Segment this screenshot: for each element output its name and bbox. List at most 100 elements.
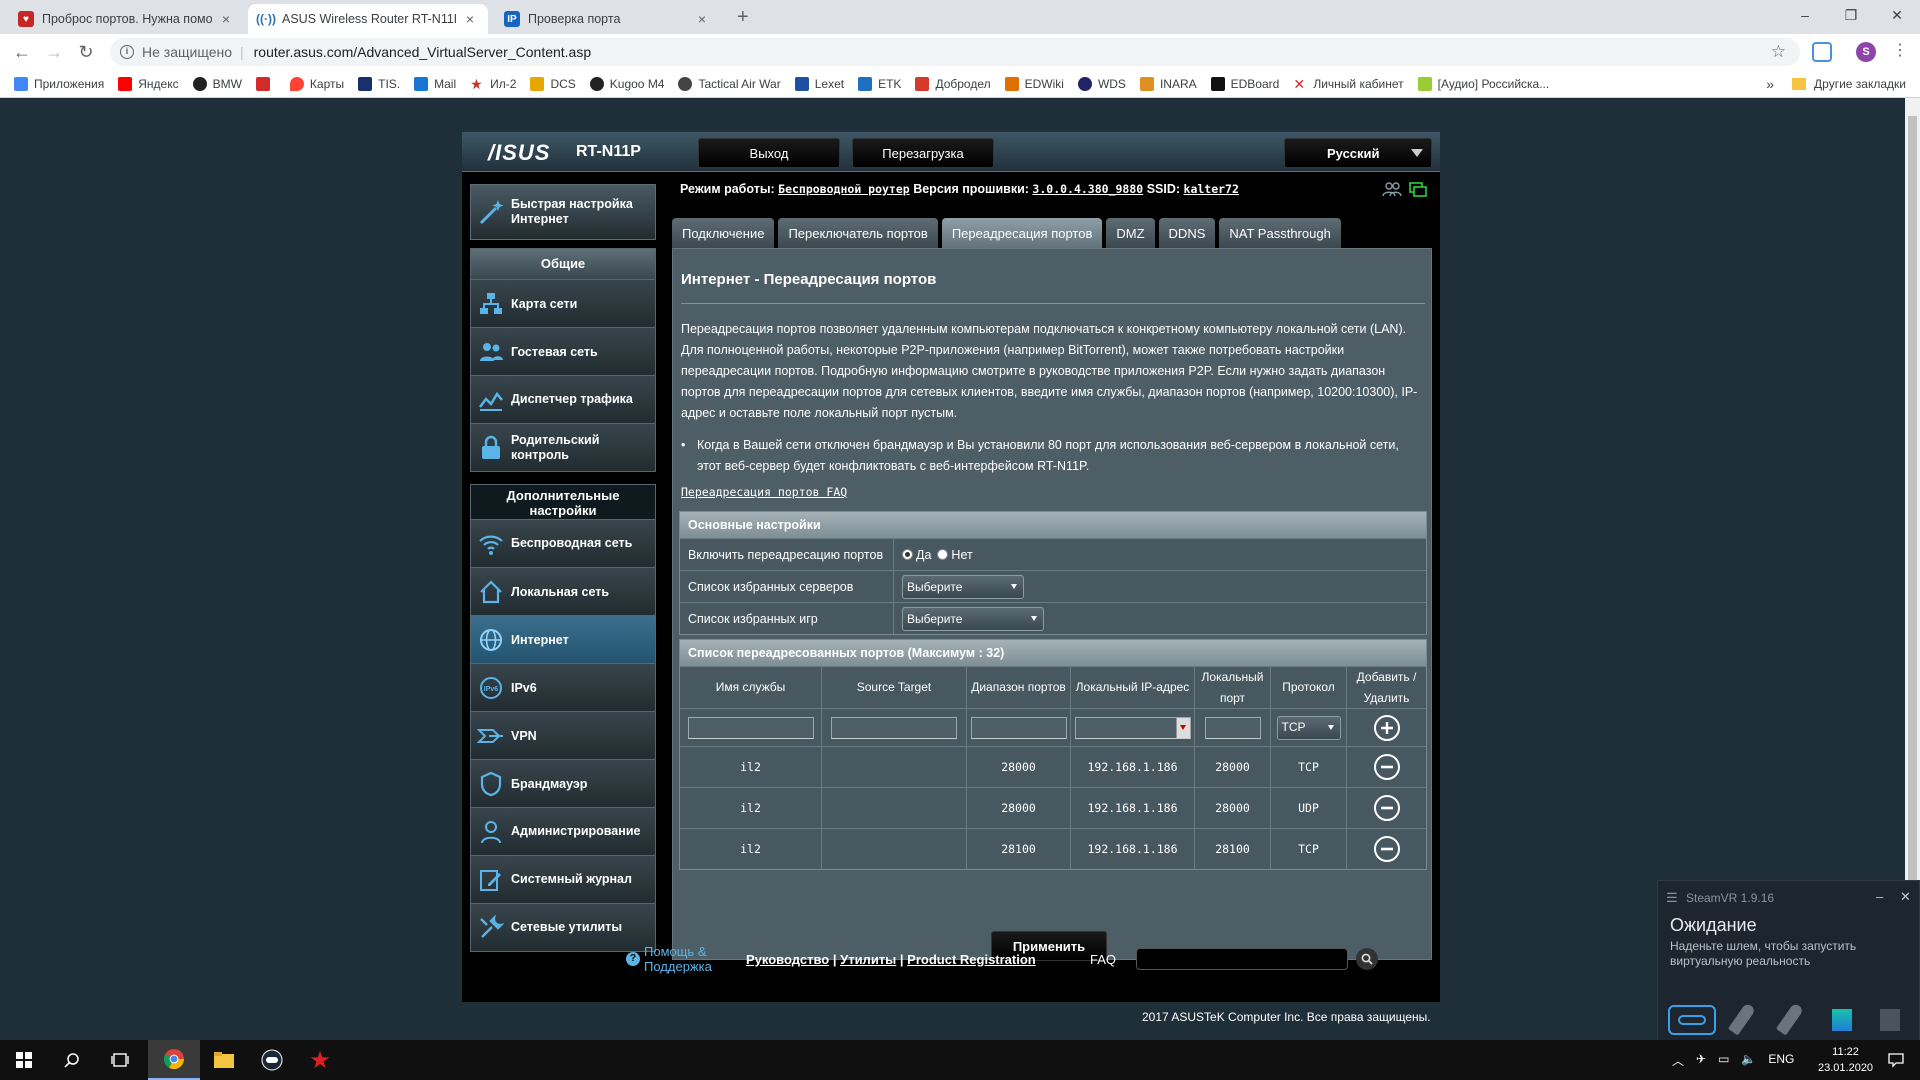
address-bar[interactable]: i Не защищено | router.asus.com/Advanced… <box>110 38 1800 66</box>
tab-port-forwarding[interactable]: Переадресация портов <box>941 218 1103 248</box>
quick-setup-button[interactable]: Быстрая настройка Интернет <box>470 184 656 240</box>
search-button[interactable] <box>1356 948 1378 970</box>
sidebar-item-guest-network[interactable]: Гостевая сеть <box>471 327 655 375</box>
tab-close-icon[interactable]: × <box>218 11 234 27</box>
delete-rule-button[interactable] <box>1373 795 1400 821</box>
bookmarks-more-button[interactable]: » <box>1766 76 1774 92</box>
browser-tab[interactable]: ♥ Проброс портов. Нужна помощ × <box>8 4 244 34</box>
delete-rule-button[interactable] <box>1373 836 1400 862</box>
tray-steam-icon[interactable]: ✈ <box>1696 1052 1706 1069</box>
bookmark-star-icon[interactable]: ☆ <box>1771 42 1786 62</box>
sidebar-item-traffic-manager[interactable]: Диспетчер трафика <box>471 375 655 423</box>
sidebar-item-firewall[interactable]: Брандмауэр <box>471 759 655 807</box>
browser-tab[interactable]: IP Проверка порта × <box>494 4 720 34</box>
tab-close-icon[interactable]: × <box>694 11 710 27</box>
search-button[interactable] <box>48 1040 96 1080</box>
product-registration-link[interactable]: Product Registration <box>907 952 1036 967</box>
usb-status-icon[interactable] <box>1408 180 1428 201</box>
clients-icon[interactable] <box>1382 180 1402 201</box>
url-text[interactable]: router.asus.com/Advanced_VirtualServer_C… <box>254 44 592 60</box>
radio-no[interactable]: Нет <box>937 548 973 562</box>
reboot-button[interactable]: Перезагрузка <box>852 138 994 168</box>
bookmark-item[interactable]: Карты <box>289 76 344 91</box>
hamburger-icon[interactable]: ☰ <box>1666 890 1678 906</box>
local-port-input[interactable] <box>1204 716 1261 739</box>
sidebar-item-system-log[interactable]: Системный журнал <box>471 855 655 903</box>
bookmark-item[interactable]: Lexet <box>794 76 844 91</box>
tray-chevron-icon[interactable]: ︿ <box>1672 1052 1684 1069</box>
faq-link[interactable]: Переадресация портов FAQ <box>681 485 847 499</box>
utilities-link[interactable]: Утилиты <box>840 952 896 967</box>
bookmark-item[interactable]: Добродел <box>915 76 991 91</box>
add-rule-button[interactable] <box>1373 714 1400 741</box>
bookmark-item[interactable]: WDS <box>1077 76 1126 91</box>
headset-icon[interactable] <box>1668 1005 1716 1035</box>
taskbar-chrome[interactable] <box>148 1040 200 1080</box>
restore-button[interactable]: ❐ <box>1828 0 1874 30</box>
firmware-link[interactable]: 3.0.0.4.380_9880 <box>1032 182 1143 196</box>
taskbar-steamvr[interactable] <box>248 1040 296 1080</box>
steamvr-minimize-button[interactable]: – <box>1876 889 1883 904</box>
local-ip-input[interactable] <box>1074 716 1191 739</box>
bookmark-item[interactable]: DCS <box>530 76 576 91</box>
forward-button[interactable]: → <box>42 41 66 63</box>
tab-port-trigger[interactable]: Переключатель портов <box>778 218 938 248</box>
bookmark-item[interactable]: [Аудио] Российска... <box>1417 76 1549 91</box>
manual-link[interactable]: Руководство <box>746 952 829 967</box>
bookmark-item[interactable]: Kugoo M4 <box>589 76 664 91</box>
info-icon[interactable]: i <box>120 45 134 59</box>
input-language[interactable]: ENG <box>1768 1052 1794 1069</box>
radio-yes[interactable]: Да <box>902 548 931 562</box>
help-support-link[interactable]: Помощь & Поддержка <box>644 944 724 974</box>
ssid-link[interactable]: kalter72 <box>1184 182 1239 196</box>
tab-dmz[interactable]: DMZ <box>1106 218 1155 248</box>
bookmark-item[interactable]: Яндекс <box>118 76 179 91</box>
network-icon[interactable]: ▭ <box>1718 1052 1729 1069</box>
tab-connection[interactable]: Подключение <box>672 218 775 248</box>
favorite-servers-select[interactable]: Выберите <box>902 574 1024 599</box>
bookmark-item[interactable] <box>255 76 276 91</box>
sidebar-item-internet[interactable]: Интернет <box>471 615 655 663</box>
bookmark-item[interactable]: Mail <box>414 76 456 91</box>
port-range-input[interactable] <box>970 716 1067 739</box>
source-target-input[interactable] <box>831 716 957 739</box>
operation-mode-link[interactable]: Беспроводной роутер <box>778 182 910 196</box>
steamvr-close-button[interactable]: ✕ <box>1900 889 1911 905</box>
profile-avatar[interactable]: S <box>1856 42 1876 62</box>
language-select[interactable]: Русский <box>1284 138 1432 168</box>
bookmark-item[interactable]: TIS. <box>358 76 400 91</box>
sidebar-item-network-tools[interactable]: Сетевые утилиты <box>471 903 655 951</box>
sidebar-item-parental-control[interactable]: Родительский контроль <box>471 423 655 471</box>
sidebar-item-vpn[interactable]: VPN <box>471 711 655 759</box>
back-button[interactable]: ← <box>10 41 34 63</box>
logout-button[interactable]: Выход <box>698 138 840 168</box>
bookmark-item[interactable]: EDWiki <box>1004 76 1064 91</box>
bookmark-item[interactable]: BMW <box>192 76 242 91</box>
start-button[interactable] <box>0 1040 48 1080</box>
browser-tab-active[interactable]: ((·)) ASUS Wireless Router RT-N11P - × <box>248 4 488 34</box>
ip-dropdown-button[interactable] <box>1175 717 1190 738</box>
taskbar-il2[interactable]: ★ <box>296 1040 344 1080</box>
task-view-button[interactable] <box>96 1040 144 1080</box>
protocol-select[interactable]: TCP <box>1276 715 1341 740</box>
tab-nat-passthrough[interactable]: NAT Passthrough <box>1219 218 1341 248</box>
favorite-games-select[interactable]: Выберите <box>902 606 1044 631</box>
bookmark-item[interactable]: ★ Ил-2 <box>470 77 516 91</box>
reload-button[interactable]: ↻ <box>74 41 98 63</box>
bookmark-item[interactable]: ✕ Личный кабинет <box>1293 77 1403 91</box>
sidebar-item-network-map[interactable]: Карта сети <box>471 279 655 327</box>
extension-icon[interactable] <box>1812 42 1832 62</box>
clock[interactable]: 11:22 23.01.2020 <box>1818 1044 1873 1076</box>
delete-rule-button[interactable] <box>1373 754 1400 780</box>
tab-ddns[interactable]: DDNS <box>1158 218 1216 248</box>
bookmark-item[interactable]: Приложения <box>14 76 104 91</box>
other-bookmarks[interactable]: Другие закладки <box>1814 77 1906 91</box>
minimize-button[interactable]: – <box>1782 0 1828 30</box>
notifications-button[interactable] <box>1872 1040 1920 1080</box>
tab-close-icon[interactable]: × <box>462 11 478 27</box>
bookmark-item[interactable]: INARA <box>1139 76 1197 91</box>
sidebar-item-lan[interactable]: Локальная сеть <box>471 567 655 615</box>
new-tab-button[interactable]: + <box>737 6 749 29</box>
faq-search-input[interactable] <box>1136 948 1348 970</box>
taskbar-explorer[interactable] <box>200 1040 248 1080</box>
